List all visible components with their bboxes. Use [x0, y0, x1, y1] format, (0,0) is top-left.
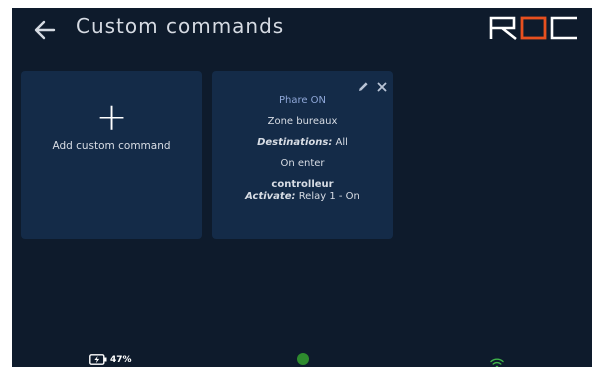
wifi-icon [490, 354, 504, 367]
activate-value: Relay 1 - On [298, 191, 360, 202]
command-card[interactable]: Phare ON Zone bureaux Destinations: All … [212, 71, 393, 239]
destinations-value: All [335, 137, 348, 148]
command-zone: Zone bureaux [267, 116, 338, 127]
page-title: Custom commands [76, 14, 285, 38]
command-destinations: Destinations: All [212, 137, 393, 149]
plus-icon: + [95, 95, 128, 139]
battery-percent: 47% [110, 354, 132, 365]
add-custom-command-card[interactable]: + Add custom command [21, 71, 202, 239]
command-name: Phare ON [278, 95, 327, 106]
app-screen: Custom commands + Add custom command Pha… [12, 8, 592, 367]
command-trigger: On enter [280, 158, 325, 169]
header: Custom commands [12, 8, 592, 52]
command-activate: Activate: Relay 1 - On [212, 191, 393, 203]
destinations-label: Destinations: [257, 137, 333, 148]
edit-button[interactable] [358, 77, 369, 96]
arrow-left-icon [34, 20, 56, 40]
back-button[interactable] [32, 18, 58, 42]
delete-button[interactable] [377, 77, 387, 96]
battery-charging-icon [89, 354, 107, 365]
pencil-icon [359, 82, 368, 91]
status-bar: 47% [12, 352, 592, 367]
card-actions [358, 77, 387, 96]
status-dot-icon [297, 353, 309, 365]
command-device: controlleur [271, 179, 334, 190]
close-icon [377, 82, 387, 92]
command-details: Phare ON Zone bureaux Destinations: All … [212, 95, 393, 203]
add-custom-command-label: Add custom command [52, 140, 171, 152]
activate-label: Activate: [245, 191, 296, 202]
roc-logo [488, 15, 580, 41]
battery-status: 47% [89, 354, 132, 365]
